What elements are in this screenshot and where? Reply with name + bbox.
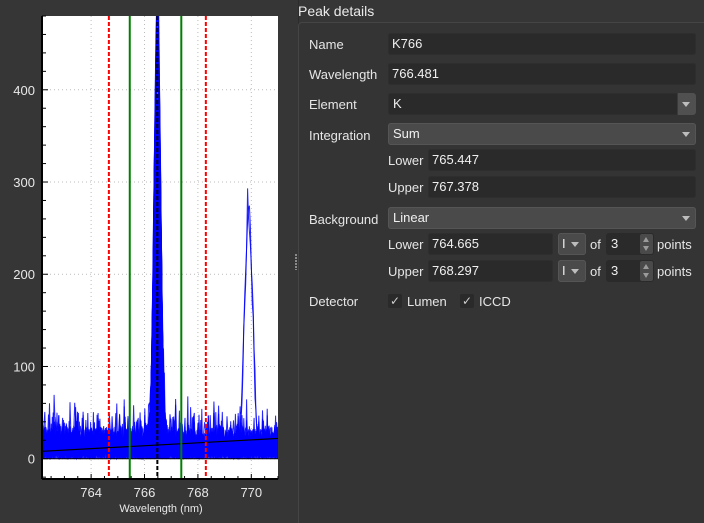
- integration-upper-label: Upper: [388, 180, 424, 195]
- x-axis-label: Wavelength (nm): [119, 503, 202, 515]
- bg-lower-mode-combobox[interactable]: I: [558, 233, 586, 255]
- spectrum-chart[interactable]: 0 100 200 300 400 764 766 768 770 Wavelength (nm): [0, 0, 290, 518]
- bg-lower-of-label: of: [590, 237, 601, 252]
- y-tick-label: 200: [13, 267, 35, 282]
- spectrum-chart-svg[interactable]: 0 100 200 300 400 764 766 768 770 Wavelength (nm): [0, 0, 290, 518]
- chevron-down-icon: [682, 102, 690, 107]
- bg-upper-points-value: 3: [611, 263, 619, 278]
- lumen-checkbox[interactable]: ✓: [388, 294, 402, 308]
- background-combobox[interactable]: Linear: [388, 207, 696, 229]
- bg-lower-points-label: points: [657, 237, 692, 252]
- panel-title: Peak details: [298, 3, 375, 19]
- bg-upper-mode-value: I: [562, 263, 566, 278]
- element-value: K: [393, 96, 402, 111]
- chevron-down-icon: [571, 242, 579, 247]
- iccd-checkbox[interactable]: ✓: [460, 294, 474, 308]
- detector-label: Detector: [309, 294, 359, 309]
- integration-combobox[interactable]: Sum: [388, 123, 696, 145]
- bg-lower-label: Lower: [388, 237, 424, 252]
- background-value: Linear: [393, 210, 430, 225]
- bg-upper-of-label: of: [590, 264, 601, 279]
- spin-down-icon[interactable]: [643, 246, 649, 251]
- integration-lower-input[interactable]: 765.447: [428, 149, 696, 171]
- name-input[interactable]: K766: [388, 33, 696, 55]
- iccd-label[interactable]: ICCD: [479, 294, 511, 309]
- integration-lower-label: Lower: [388, 153, 424, 168]
- wavelength-label: Wavelength: [309, 67, 378, 82]
- noise-floor-fill: [42, 445, 278, 459]
- peak-details-panel: Peak details Name K766 Wavelength 766.48…: [298, 0, 704, 523]
- bg-upper-points-label: points: [657, 264, 692, 279]
- y-tick-label: 0: [28, 452, 35, 467]
- x-tick-label: 768: [187, 485, 209, 500]
- y-tick-label: 300: [13, 175, 35, 190]
- x-tick-label: 766: [134, 485, 156, 500]
- element-dropdown-button[interactable]: [677, 93, 696, 115]
- wavelength-input[interactable]: 766.481: [388, 63, 696, 85]
- y-tick-label: 100: [13, 359, 35, 374]
- spin-buttons[interactable]: [640, 234, 653, 254]
- element-label: Element: [309, 97, 357, 112]
- element-combobox[interactable]: K: [388, 93, 696, 115]
- bg-upper-label: Upper: [388, 264, 424, 279]
- lumen-label[interactable]: Lumen: [407, 294, 447, 309]
- integration-value: Sum: [393, 126, 420, 141]
- background-label: Background: [309, 212, 379, 227]
- integration-upper-input[interactable]: 767.378: [428, 176, 696, 198]
- integration-label: Integration: [309, 128, 371, 143]
- chevron-down-icon: [682, 132, 690, 137]
- bg-lower-mode-value: I: [562, 236, 566, 251]
- x-tick-label: 764: [80, 485, 102, 500]
- bg-lower-points-value: 3: [611, 236, 619, 251]
- bg-upper-mode-combobox[interactable]: I: [558, 260, 586, 282]
- spin-up-icon[interactable]: [643, 237, 649, 242]
- x-tick-label: 770: [240, 485, 262, 500]
- chevron-down-icon: [682, 216, 690, 221]
- bg-lower-points-spinbox[interactable]: 3: [606, 233, 654, 255]
- bg-upper-input[interactable]: 768.297: [428, 260, 553, 282]
- bg-lower-input[interactable]: 764.665: [428, 233, 553, 255]
- spin-buttons[interactable]: [640, 261, 653, 281]
- chevron-down-icon: [571, 269, 579, 274]
- bg-upper-points-spinbox[interactable]: 3: [606, 260, 654, 282]
- spin-up-icon[interactable]: [643, 264, 649, 269]
- grip-icon[interactable]: [295, 254, 297, 270]
- y-tick-label: 400: [13, 83, 35, 98]
- spin-down-icon[interactable]: [643, 273, 649, 278]
- name-label: Name: [309, 37, 344, 52]
